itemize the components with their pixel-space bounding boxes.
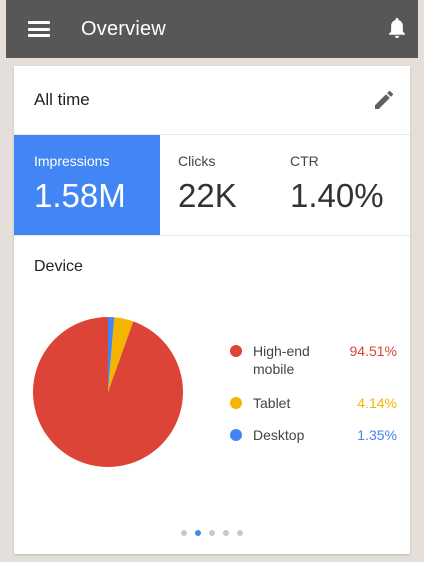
legend-dot-high-end-mobile xyxy=(230,345,242,357)
legend-dot-desktop xyxy=(230,429,242,441)
page-title: Overview xyxy=(81,17,166,40)
page-dot[interactable] xyxy=(223,530,229,536)
page-indicator xyxy=(14,530,410,538)
legend-label: Tablet xyxy=(253,395,291,411)
metrics-row: Impressions 1.58M Clicks 22K CTR 1.40% xyxy=(14,135,410,236)
metric-tab-clicks[interactable]: Clicks 22K xyxy=(160,135,272,235)
period-label: All time xyxy=(34,90,90,109)
overview-card: All time Impressions 1.58M Clicks 22K CT… xyxy=(14,66,410,554)
page-dot[interactable] xyxy=(237,530,243,536)
device-pie-chart xyxy=(32,317,183,467)
legend-label: Desktop xyxy=(253,427,305,443)
page-dot[interactable] xyxy=(195,530,201,536)
app-bar: Overview xyxy=(6,0,418,58)
device-section-title: Device xyxy=(34,258,83,275)
legend-value: 94.51% xyxy=(349,343,397,359)
page-dot[interactable] xyxy=(209,530,215,536)
legend-value: 1.35% xyxy=(357,427,397,443)
pencil-icon[interactable] xyxy=(372,88,396,112)
hamburger-menu-icon[interactable] xyxy=(28,21,50,37)
metric-value: 1.40% xyxy=(290,177,384,214)
bell-icon[interactable] xyxy=(386,15,408,41)
metric-value: 22K xyxy=(178,177,237,214)
metric-label: Impressions xyxy=(34,153,110,169)
legend-dot-tablet xyxy=(230,397,242,409)
metric-tab-ctr[interactable]: CTR 1.40% xyxy=(272,135,410,235)
metric-label: CTR xyxy=(290,153,319,169)
page-dot[interactable] xyxy=(181,530,187,536)
legend-value: 4.14% xyxy=(357,395,397,411)
metric-label: Clicks xyxy=(178,153,216,169)
pie-slice-high-end-mobile xyxy=(32,317,183,467)
metric-value: 1.58M xyxy=(34,177,126,214)
legend-label: High-end mobile xyxy=(253,343,310,377)
metric-tab-impressions[interactable]: Impressions 1.58M xyxy=(14,135,160,235)
period-row: All time xyxy=(14,66,410,135)
